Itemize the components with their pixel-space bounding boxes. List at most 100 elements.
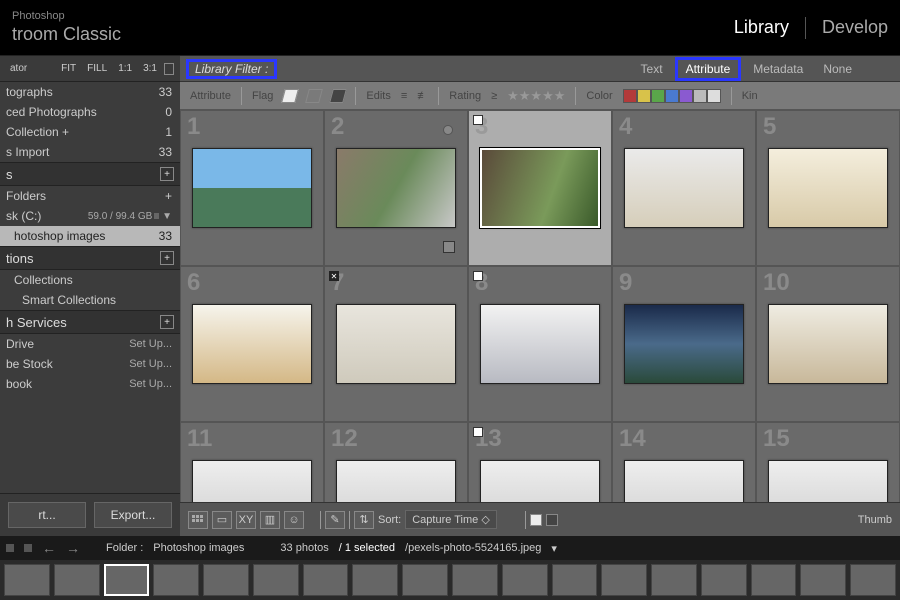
rating-op[interactable]: ≥ — [491, 90, 497, 102]
grid-cell[interactable]: 10 — [756, 266, 900, 422]
zoom-ratio-icon[interactable] — [164, 63, 174, 75]
color-swatch[interactable] — [637, 89, 651, 103]
grid-cell[interactable]: 15 — [756, 422, 900, 502]
toolbar-reject-icon[interactable] — [546, 514, 558, 526]
color-swatch[interactable] — [693, 89, 707, 103]
filmstrip-thumb[interactable] — [800, 564, 846, 596]
filmstrip-thumb[interactable] — [352, 564, 398, 596]
toolbar-flag-icon[interactable] — [530, 514, 542, 526]
filmstrip-thumb[interactable] — [303, 564, 349, 596]
folders-panel-header[interactable]: s + — [0, 162, 180, 186]
publish-panel-header[interactable]: h Services + — [0, 310, 180, 334]
compare-view-icon[interactable]: XY — [236, 511, 256, 529]
filter-tab-text[interactable]: Text — [633, 60, 671, 78]
publish-service-row[interactable]: be StockSet Up... — [0, 354, 180, 374]
filter-tab-none[interactable]: None — [815, 60, 860, 78]
module-develop[interactable]: Develop — [822, 17, 888, 39]
module-library[interactable]: Library — [734, 17, 789, 39]
edits-edited-icon[interactable]: ≡ — [401, 90, 407, 102]
grid-cell[interactable]: 14 — [612, 422, 756, 502]
filmstrip-thumb[interactable] — [153, 564, 199, 596]
folder-row-selected[interactable]: hotoshop images 33 — [0, 226, 180, 246]
filmstrip-thumb[interactable] — [203, 564, 249, 596]
flag-rejected-icon[interactable] — [329, 89, 347, 103]
filmstrip-thumb[interactable] — [4, 564, 50, 596]
filmstrip-thumb[interactable] — [502, 564, 548, 596]
thumbnail[interactable] — [336, 148, 456, 228]
export-button[interactable]: Export... — [94, 502, 172, 528]
grid-small-icon[interactable] — [6, 544, 14, 552]
thumbnail[interactable] — [624, 148, 744, 228]
filter-tab-metadata[interactable]: Metadata — [745, 60, 811, 78]
filmstrip[interactable] — [0, 560, 900, 600]
catalog-row[interactable]: Collection +1 — [0, 122, 180, 142]
thumbnail[interactable] — [336, 304, 456, 384]
filmstrip-thumb[interactable] — [253, 564, 299, 596]
grid-view-icon[interactable] — [188, 511, 208, 529]
grid-cell[interactable]: 11 — [180, 422, 324, 502]
grid-cell[interactable]: 12 — [324, 422, 468, 502]
people-view-icon[interactable]: ☺ — [284, 511, 304, 529]
collections-row-0[interactable]: Collections — [0, 270, 180, 290]
color-swatch[interactable] — [679, 89, 693, 103]
breadcrumb-dropdown-icon[interactable]: ▾ — [551, 542, 557, 555]
thumbnail[interactable] — [480, 460, 600, 502]
thumbnail[interactable] — [192, 304, 312, 384]
grid-cell[interactable]: 7✕ — [324, 266, 468, 422]
zoom-3-1[interactable]: 3:1 — [139, 61, 161, 76]
thumbnail[interactable] — [624, 460, 744, 502]
collections-row-1[interactable]: Smart Collections — [0, 290, 180, 310]
flag-unflagged-icon[interactable] — [305, 89, 323, 103]
filmstrip-thumb[interactable] — [104, 564, 150, 596]
grid-cell[interactable]: 1 — [180, 110, 324, 266]
grid-cell[interactable]: 13 — [468, 422, 612, 502]
grid-cell[interactable]: 4 — [612, 110, 756, 266]
grid-cell[interactable]: 9 — [612, 266, 756, 422]
breadcrumb-folder[interactable]: Photoshop images — [153, 542, 244, 554]
zoom-fill[interactable]: FILL — [83, 61, 111, 76]
nav-back-icon[interactable]: ← — [42, 540, 56, 556]
flag-flagged-icon[interactable] — [281, 89, 299, 103]
thumbnail[interactable] — [336, 460, 456, 502]
thumbnail[interactable] — [768, 304, 888, 384]
loupe-view-icon[interactable]: ▭ — [212, 511, 232, 529]
survey-view-icon[interactable]: ▥ — [260, 511, 280, 529]
thumbnail[interactable] — [624, 304, 744, 384]
filter-tab-attribute[interactable]: Attribute — [675, 57, 742, 81]
filmstrip-thumb[interactable] — [751, 564, 797, 596]
grid-cell[interactable]: 8 — [468, 266, 612, 422]
thumbnail[interactable] — [192, 460, 312, 502]
catalog-row[interactable]: s Import33 — [0, 142, 180, 162]
thumbnail[interactable] — [480, 148, 600, 228]
publish-add-icon[interactable]: + — [160, 315, 174, 329]
publish-setup-link[interactable]: Set Up... — [129, 378, 172, 390]
grid-cell[interactable]: 2 — [324, 110, 468, 266]
thumbnail[interactable] — [768, 460, 888, 502]
filmstrip-thumb[interactable] — [651, 564, 697, 596]
catalog-row[interactable]: ced Photographs0 — [0, 102, 180, 122]
sort-value[interactable]: Capture Time ◇ — [405, 510, 497, 529]
filmstrip-thumb[interactable] — [601, 564, 647, 596]
filmstrip-thumb[interactable] — [850, 564, 896, 596]
filmstrip-thumb[interactable] — [402, 564, 448, 596]
zoom-1-1[interactable]: 1:1 — [114, 61, 136, 76]
painter-icon[interactable]: ✎ — [325, 511, 345, 529]
collections-add-icon[interactable]: + — [160, 251, 174, 265]
publish-setup-link[interactable]: Set Up... — [129, 358, 172, 370]
filmstrip-thumb[interactable] — [54, 564, 100, 596]
rating-stars[interactable]: ★★★★★ — [507, 88, 565, 104]
color-swatch[interactable] — [665, 89, 679, 103]
catalog-row[interactable]: tographs33 — [0, 82, 180, 102]
sort-direction-icon[interactable]: ⇅ — [354, 511, 374, 529]
filmstrip-thumb[interactable] — [452, 564, 498, 596]
zoom-fit[interactable]: FIT — [57, 61, 80, 76]
filmstrip-thumb[interactable] — [552, 564, 598, 596]
color-swatch[interactable] — [707, 89, 721, 103]
thumbnail[interactable] — [480, 304, 600, 384]
volume-row[interactable]: sk (C:) 59.0 / 99.4 GB ▼ — [0, 206, 180, 226]
add-folder-row[interactable]: Folders + — [0, 186, 180, 206]
edits-unedited-icon[interactable]: ≢ — [417, 90, 428, 102]
filmstrip-thumb[interactable] — [701, 564, 747, 596]
nav-forward-icon[interactable]: → — [66, 540, 80, 556]
grid-small-icon-2[interactable] — [24, 544, 32, 552]
